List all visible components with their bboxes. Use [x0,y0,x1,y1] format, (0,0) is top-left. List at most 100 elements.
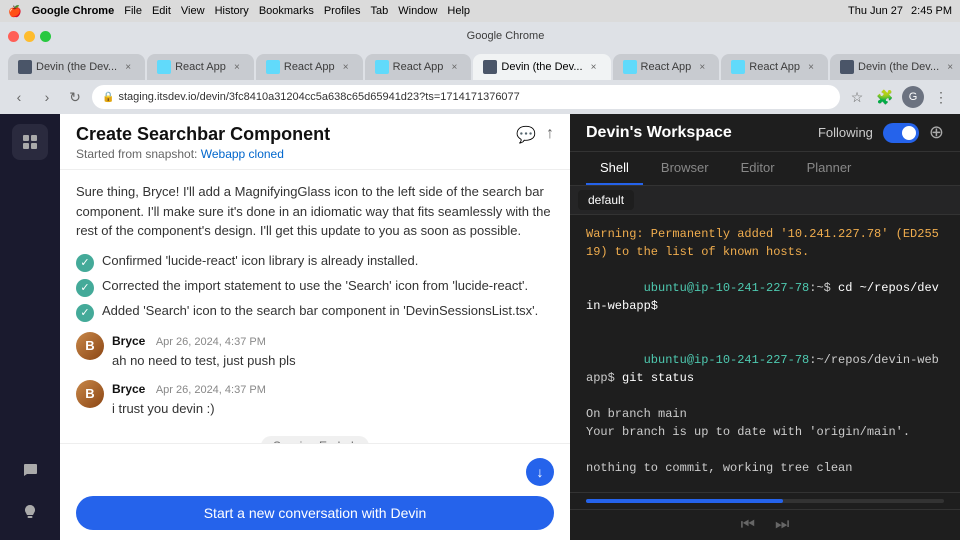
tab-browser[interactable]: Browser [647,152,723,185]
message-content-1: Bryce Apr 26, 2024, 4:37 PM i trust you … [112,380,554,418]
window-controls [8,31,51,42]
following-toggle[interactable] [883,123,919,143]
tab-label-5: React App [641,61,692,73]
forward-button[interactable]: › [36,86,58,108]
message-author-1: Bryce [112,382,145,396]
term-line-1: ubuntu@ip-10-241-227-78:~$ cd ~/repos/de… [586,261,944,333]
terminal-tab-default[interactable]: default [578,190,634,210]
tab-editor[interactable]: Editor [727,152,789,185]
minimize-button[interactable] [24,31,35,42]
conv-messages: Sure thing, Bryce! I'll add a Magnifying… [60,170,570,443]
workspace-title: Devin's Workspace [586,124,732,142]
terminal-progress [570,492,960,509]
maximize-button[interactable] [40,31,51,42]
extensions-button[interactable]: 🧩 [874,86,896,108]
mac-menubar: 🍎 Google Chrome File Edit View History B… [0,0,960,22]
tab-close-0[interactable]: × [121,60,135,74]
browser-frame: Google Chrome Devin (the Dev... × React … [0,22,960,114]
workspace-header: Devin's Workspace Following ⊕ [570,114,960,152]
tab-7[interactable]: Devin (the Dev... × [830,54,960,80]
tab-4[interactable]: Devin (the Dev... × [473,54,610,80]
avatar-inner-1: B [76,380,104,408]
workspace-tabs: Shell Browser Editor Planner [570,152,960,186]
rewind-button[interactable]: ⏮ [741,516,755,534]
sidebar-item-chat[interactable] [12,452,48,488]
main-content: Create Searchbar Component 💬 ↑ Started f… [0,114,960,540]
profile-button[interactable]: G [902,86,924,108]
reload-button[interactable]: ↻ [64,86,86,108]
tab-close-1[interactable]: × [230,60,244,74]
tab-5[interactable]: React App × [613,54,720,80]
new-conversation-button[interactable]: Start a new conversation with Devin [76,496,554,530]
tab-planner[interactable]: Planner [793,152,866,185]
menu-profiles[interactable]: Profiles [324,5,361,17]
scroll-down-button[interactable]: ↓ [526,458,554,486]
tab-close-5[interactable]: × [695,60,709,74]
menu-history[interactable]: History [215,5,249,17]
user-message-0: B Bryce Apr 26, 2024, 4:37 PM ah no need… [76,332,554,370]
tab-favicon-5 [623,60,637,74]
tab-label-6: React App [749,61,800,73]
term-line-0: Warning: Permanently added '10.241.227.7… [586,225,944,261]
forward-button[interactable]: ⏭ [775,516,789,534]
share-icon[interactable]: 💬 [516,125,536,145]
term-line-2: ubuntu@ip-10-241-227-78:~/repos/devin-we… [586,333,944,405]
terminal-tab-default-label: default [588,193,624,207]
term-line-6: nothing to commit, working tree clean [586,459,944,477]
tab-close-4[interactable]: × [587,60,601,74]
tab-close-7[interactable]: × [943,60,957,74]
date-display: Thu Jun 27 [848,5,903,17]
session-ended: Session Ended. If you'd like to evaluate… [76,428,554,443]
url-bar[interactable]: 🔒 staging.itsdev.io/devin/3fc8410a31204c… [92,85,840,109]
back-button[interactable]: ‹ [8,86,30,108]
tab-shell[interactable]: Shell [586,152,643,185]
check-icon-0: ✓ [76,254,94,272]
term-line-4: Your branch is up to date with 'origin/m… [586,423,944,441]
check-text-0: Confirmed 'lucide-react' icon library is… [102,253,418,268]
tab-6[interactable]: React App × [721,54,828,80]
menu-window[interactable]: Window [398,5,437,17]
tab-3[interactable]: React App × [365,54,472,80]
time-display: 2:45 PM [911,5,952,17]
upload-icon[interactable]: ↑ [546,125,554,145]
tab-editor-label: Editor [741,160,775,175]
address-bar: ‹ › ↻ 🔒 staging.itsdev.io/devin/3fc8410a… [0,80,960,114]
sidebar-item-lightbulb[interactable] [12,494,48,530]
tab-0[interactable]: Devin (the Dev... × [8,54,145,80]
tab-close-6[interactable]: × [804,60,818,74]
message-author-0: Bryce [112,334,145,348]
workspace-menu-icon[interactable]: ⊕ [929,122,944,143]
tab-close-3[interactable]: × [447,60,461,74]
user-message-1: B Bryce Apr 26, 2024, 4:37 PM i trust yo… [76,380,554,418]
browser-titlebar: Google Chrome [0,22,960,50]
menu-file[interactable]: File [124,5,142,17]
apple-menu[interactable]: 🍎 [8,5,22,18]
message-time-0: Apr 26, 2024, 4:37 PM [156,336,266,348]
message-header-1: Bryce Apr 26, 2024, 4:37 PM [112,380,554,398]
tabs-bar: Devin (the Dev... × React App × React Ap… [0,50,960,80]
menu-edit[interactable]: Edit [152,5,171,17]
menu-help[interactable]: Help [447,5,470,17]
app-name[interactable]: Google Chrome [32,5,115,17]
menu-bookmarks[interactable]: Bookmarks [259,5,314,17]
term-prompt-2: ubuntu@ip-10-241-227-78 [644,353,810,367]
following-label: Following [818,125,873,140]
menu-tab[interactable]: Tab [371,5,389,17]
lock-icon: 🔒 [102,92,114,103]
menu-button[interactable]: ⋮ [930,86,952,108]
conv-title: Create Searchbar Component [76,124,330,145]
terminal-tab-bar: default [570,186,960,215]
conv-header: Create Searchbar Component 💬 ↑ Started f… [60,114,570,170]
tab-close-2[interactable]: × [339,60,353,74]
tab-favicon-7 [840,60,854,74]
check-text-2: Added 'Search' icon to the search bar co… [102,303,538,318]
menu-view[interactable]: View [181,5,205,17]
snapshot-label[interactable]: Webapp cloned [201,147,284,161]
sidebar-item-grid[interactable] [12,124,48,160]
close-button[interactable] [8,31,19,42]
tab-1[interactable]: React App × [147,54,254,80]
message-content-0: Bryce Apr 26, 2024, 4:37 PM ah no need t… [112,332,554,370]
bookmark-button[interactable]: ☆ [846,86,868,108]
tab-2[interactable]: React App × [256,54,363,80]
avatar-0: B [76,332,104,360]
